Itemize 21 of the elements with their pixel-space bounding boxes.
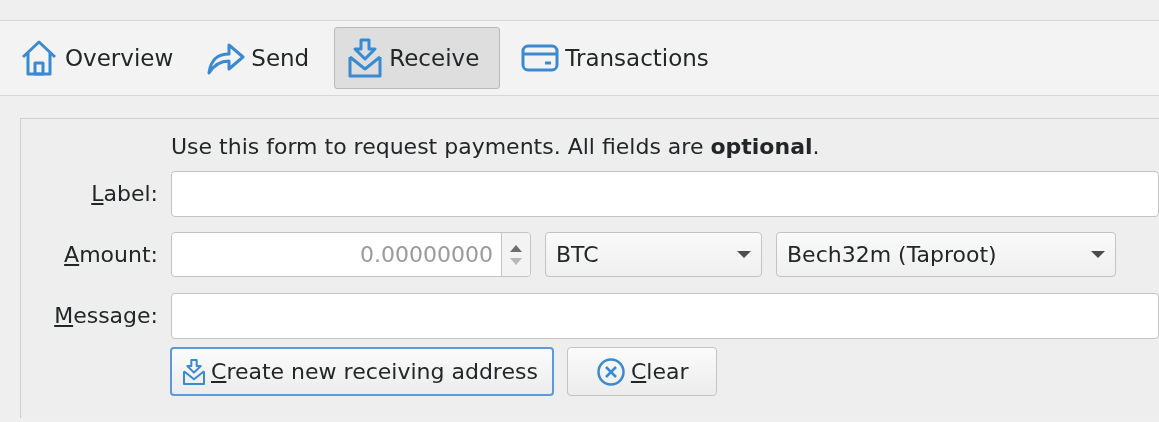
caret-icon — [737, 250, 751, 259]
create-address-button[interactable]: Create new receiving address — [170, 347, 554, 396]
field-label: Amount: — [63, 241, 158, 269]
toolbar-tab[interactable]: Send — [198, 27, 321, 89]
text-input[interactable] — [171, 292, 1159, 339]
caret-icon — [1091, 250, 1105, 259]
toolbar-tab[interactable]: Receive — [334, 27, 501, 89]
clear-icon — [595, 356, 626, 387]
field-label: Label: — [90, 180, 158, 208]
dropdown[interactable]: BTC — [545, 232, 762, 277]
dropdown[interactable]: Bech32m (Taproot) — [776, 232, 1116, 277]
text-input[interactable] — [171, 170, 1159, 217]
clear-button[interactable]: Clear — [566, 347, 718, 396]
inbox-download-icon — [182, 356, 206, 387]
field-label: Message: — [53, 302, 158, 330]
form-instructions: Use this form to request payments. All fields are optional. — [171, 133, 821, 161]
inbox-download-icon — [347, 37, 384, 79]
toolbar-tab[interactable]: Overview — [12, 27, 185, 89]
card-icon — [521, 43, 560, 73]
house-icon — [19, 38, 59, 78]
toolbar-tab[interactable]: Transactions — [514, 27, 720, 89]
